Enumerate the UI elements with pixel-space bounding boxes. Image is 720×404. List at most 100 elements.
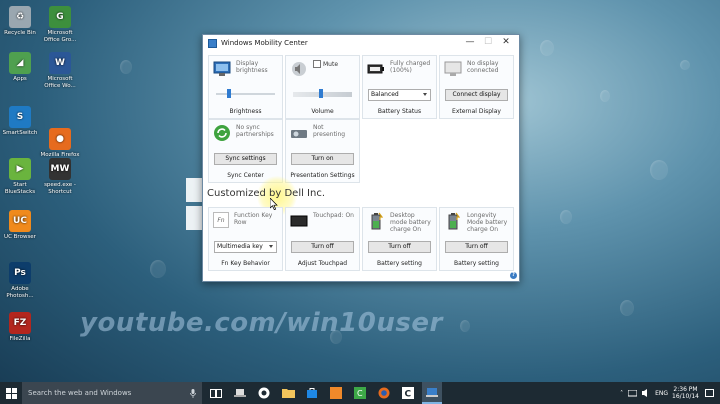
- touchpad-caption: Adjust Touchpad: [297, 260, 348, 267]
- window-title: Windows Mobility Center: [221, 39, 308, 47]
- network-icon[interactable]: [628, 389, 638, 397]
- desktop-icon-label: Microsoft Office Gro...: [43, 30, 77, 43]
- brightness-slider-thumb[interactable]: [227, 89, 232, 98]
- sync-icon: [213, 124, 231, 142]
- taskbar-app-orange[interactable]: [326, 382, 346, 404]
- maximize-button[interactable]: ☐: [479, 37, 497, 47]
- projector-icon: [290, 124, 308, 142]
- microphone-icon[interactable]: [190, 388, 196, 398]
- taskbar-edge[interactable]: [254, 382, 274, 404]
- desktop-icon[interactable]: ● Mozilla Firefox: [40, 128, 80, 159]
- volume-slider-thumb[interactable]: [318, 89, 323, 98]
- longevity-caption: Battery setting: [454, 260, 499, 267]
- desktop-icon[interactable]: G Microsoft Office Gro...: [40, 6, 80, 43]
- volume-slider[interactable]: [291, 89, 354, 99]
- power-plan-select[interactable]: Balanced: [368, 89, 431, 101]
- clock-time: 2:36 PM: [673, 386, 698, 393]
- svg-text:C: C: [405, 390, 412, 400]
- desktop-icon[interactable]: ◢ Apps: [0, 52, 40, 83]
- desktop-icon-label: FileZilla: [9, 336, 31, 342]
- desktop-app-icon: ♻: [9, 6, 31, 28]
- touchpad-icon: [290, 212, 308, 230]
- help-icon[interactable]: ?: [510, 272, 517, 279]
- desktop-icon[interactable]: Ps Adobe Photosh...: [0, 262, 40, 299]
- desktop-icon-label: Adobe Photosh...: [6, 286, 34, 299]
- battery-charge-icon: [367, 212, 385, 230]
- speaker-icon: [290, 60, 308, 78]
- longevity-turn-off-button[interactable]: Turn off: [445, 241, 508, 253]
- taskbar-mobility-center[interactable]: [230, 382, 250, 404]
- desktop-icon[interactable]: MW speed.exe - Shortcut: [40, 158, 80, 195]
- fn-key-label: Function Key Row: [234, 212, 273, 226]
- folder-icon: [281, 389, 295, 398]
- taskbar-store[interactable]: [302, 382, 322, 404]
- windows-start-icon: [5, 387, 17, 399]
- task-view-icon: [210, 388, 222, 398]
- display-brightness-icon: [213, 60, 231, 78]
- presentation-label: Not presenting: [313, 124, 346, 138]
- battery-icon: [367, 60, 385, 78]
- minimize-button[interactable]: —: [461, 37, 479, 47]
- brightness-caption: Brightness: [229, 108, 262, 115]
- clock[interactable]: 2:36 PM 16/10/14: [672, 386, 699, 400]
- action-center-icon[interactable]: [705, 388, 714, 398]
- desktop-mode-caption: Battery setting: [377, 260, 422, 267]
- start-button[interactable]: [0, 382, 22, 404]
- desktop-app-icon: MW: [49, 158, 71, 180]
- volume-tray-icon[interactable]: [642, 389, 650, 397]
- longevity-mode-label: Longevity Mode battery charge On: [467, 212, 508, 233]
- taskbar: Search the web and Windows C C ˄ ENG 2:3…: [0, 382, 720, 404]
- sync-label: No sync partnerships: [236, 124, 274, 138]
- system-tray: ˄ ENG 2:36 PM 16/10/14: [620, 382, 720, 404]
- language-indicator[interactable]: ENG: [655, 390, 668, 397]
- fn-key-icon: Fn: [213, 212, 229, 228]
- connect-display-button[interactable]: Connect display: [445, 89, 508, 101]
- fn-key-tile: Fn Function Key Row Multimedia key Fn Ke…: [208, 207, 283, 271]
- brightness-tile: Display brightness Brightness: [208, 55, 283, 119]
- volume-tile: Mute Volume: [285, 55, 360, 119]
- title-bar[interactable]: Windows Mobility Center — ☐ ✕: [203, 35, 519, 51]
- external-display-icon: [444, 60, 462, 78]
- external-display-tile: No display connected Connect display Ext…: [439, 55, 514, 119]
- longevity-mode-tile: Longevity Mode battery charge On Turn of…: [439, 207, 514, 271]
- desktop-icon[interactable]: ♻ Recycle Bin: [0, 6, 40, 37]
- desktop-icon-label: Apps: [13, 76, 27, 82]
- touchpad-turn-off-button[interactable]: Turn off: [291, 241, 354, 253]
- search-placeholder: Search the web and Windows: [28, 389, 132, 397]
- desktop-app-icon: ●: [49, 128, 71, 150]
- svg-text:C: C: [357, 389, 363, 398]
- desktop-app-icon: ▶: [9, 158, 31, 180]
- desktop-app-icon: W: [49, 52, 71, 74]
- desktop-icon-label: Microsoft Office Wo...: [44, 76, 76, 89]
- desktop-icon[interactable]: ▶ Start BlueStacks: [0, 158, 40, 195]
- desktop-mode-label: Desktop mode battery charge On: [390, 212, 431, 233]
- sync-settings-button[interactable]: Sync settings: [214, 153, 277, 165]
- taskbar-firefox[interactable]: [374, 382, 394, 404]
- mobility-center-taskbar-icon: [426, 387, 438, 397]
- desktop-icon[interactable]: FZ FileZilla: [0, 312, 40, 343]
- tray-chevron-icon[interactable]: ˄: [620, 390, 623, 397]
- desktop-icon[interactable]: UC UC Browser: [0, 210, 40, 241]
- brightness-slider[interactable]: [214, 89, 277, 99]
- brightness-label: Display brightness: [236, 60, 268, 74]
- fn-key-select[interactable]: Multimedia key: [214, 241, 277, 253]
- orange-app-icon: [330, 387, 342, 399]
- watermark: youtube.com/win10user: [80, 308, 443, 338]
- presentation-turn-on-button[interactable]: Turn on: [291, 153, 354, 165]
- desktop-icon-label: SmartSwitch: [2, 130, 38, 136]
- desktop-icon[interactable]: S SmartSwitch: [0, 106, 40, 137]
- taskbar-explorer[interactable]: [278, 382, 298, 404]
- desktop-mode-turn-off-button[interactable]: Turn off: [368, 241, 431, 253]
- taskbar-app-c[interactable]: C: [398, 382, 418, 404]
- desktop-icon[interactable]: W Microsoft Office Wo...: [40, 52, 80, 89]
- taskbar-mobility-center-active[interactable]: [422, 382, 442, 404]
- taskbar-search-box[interactable]: Search the web and Windows: [22, 382, 202, 404]
- fn-key-caption: Fn Key Behavior: [221, 260, 270, 267]
- task-view-button[interactable]: [206, 382, 226, 404]
- close-button[interactable]: ✕: [497, 37, 515, 47]
- mute-checkbox[interactable]: [313, 60, 321, 68]
- taskbar-camtasia[interactable]: C: [350, 382, 370, 404]
- external-display-caption: External Display: [452, 108, 501, 115]
- desktop-icon-label: Recycle Bin: [4, 30, 36, 36]
- customized-by-text: Customized by Dell Inc.: [207, 176, 325, 216]
